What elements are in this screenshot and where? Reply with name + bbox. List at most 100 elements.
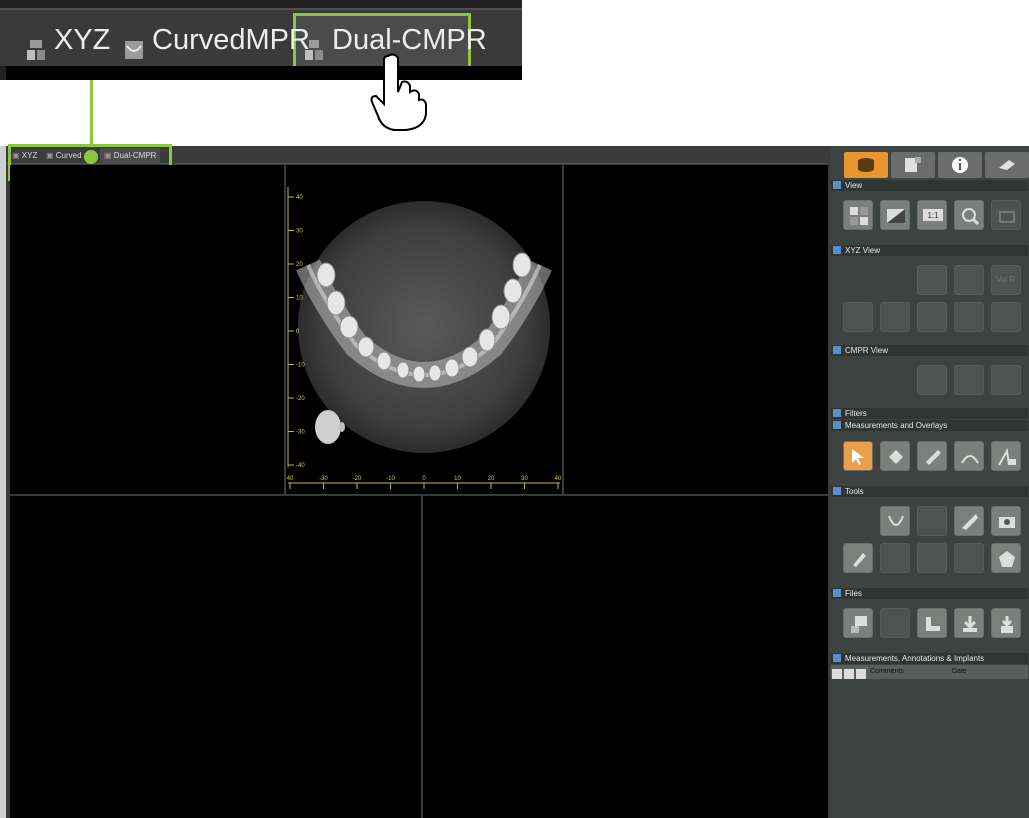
distance-button[interactable] [917,441,947,471]
section-filters[interactable]: Filters [831,408,1028,419]
tools-button-7[interactable] [917,543,947,573]
xyz-tool-4[interactable] [843,302,873,332]
section-mai[interactable]: Measurements, Annotations & Implants [831,653,1028,664]
x-tick-label: -20 [353,476,362,482]
angle-button[interactable] [954,441,984,471]
zoom-tab-curvedmpr-label: CurvedMPR [152,24,310,56]
collapse-icon [833,421,841,429]
tab-database[interactable] [844,152,888,178]
x-tick-label: 40 [555,476,562,482]
contrast-button[interactable] [880,200,910,230]
cmpr-tool-1[interactable] [917,365,947,395]
section-xyz-view-label: XYZ View [845,246,880,255]
section-measurements-overlays-label: Measurements and Overlays [845,421,948,430]
angle-icon [961,455,979,464]
x-tick-label: 10 [454,476,461,482]
section-tools[interactable]: Tools [831,486,1028,497]
measure-button[interactable] [991,441,1021,471]
axial-ct-image: 403020100-10-20-30-40 40 -30 -20 -10 0 10 20 30… [287,187,562,489]
tab-eraser[interactable] [985,152,1029,178]
y-tick-label: 30 [296,229,303,235]
tab-image-tools[interactable] [891,152,935,178]
section-xyz-view[interactable]: XYZ View [831,245,1028,256]
reset-view-button[interactable] [991,200,1021,230]
collapse-icon [833,346,841,354]
import-button[interactable] [954,608,984,638]
xyz-tool-5[interactable] [880,302,910,332]
magnify-icon [962,208,980,226]
zoom-tab-xyz[interactable]: XYZ [26,16,110,64]
viewport-top-left[interactable] [10,165,284,494]
x-tick-label: 20 [488,476,495,482]
xyz-tool-7[interactable] [954,302,984,332]
x-tick-label: -30 [319,476,328,482]
callout-connector-line [90,80,93,152]
y-tick-label: 40 [296,195,303,201]
crown-button[interactable] [991,543,1021,573]
xyz-tool-1[interactable] [917,265,947,295]
zoom-tab-curvedmpr[interactable]: CurvedMPR [124,16,310,64]
nerve-canal-icon [962,514,978,530]
implant-button[interactable] [843,543,873,573]
save-icon [1001,616,1013,633]
y-tick-label: -40 [296,463,305,469]
annotation-icon [889,450,903,464]
mai-table-body [831,679,1028,818]
annotation-button[interactable] [880,441,910,471]
tab-info[interactable] [938,152,982,178]
snapshot-button[interactable] [991,506,1021,536]
mai-header-icons[interactable] [832,666,868,680]
section-view-label: View [845,181,863,190]
eraser-icon [999,160,1015,170]
contrast-icon [887,209,905,223]
x-tick-label: 30 [521,476,528,482]
import-icon [963,616,977,632]
volume-render-button[interactable]: Vol R [991,265,1021,295]
section-cmpr-view[interactable]: CMPR View [831,345,1028,356]
dicom-export-button[interactable] [843,608,873,638]
section-files[interactable]: Files [831,588,1028,599]
collapse-icon [833,181,841,189]
viewport-axial[interactable]: 40 30 20 10 0 -10 -20 -30 -40 40 -30 -20 -10 0 10 20 30… [286,165,562,494]
viewport-bottom-left[interactable] [10,496,421,818]
section-files-label: Files [845,589,862,598]
magnify-button[interactable] [954,200,984,230]
xyz-tool-8[interactable] [991,302,1021,332]
zoom-1to1-icon: 1:1 [923,209,943,221]
layout-icon [850,207,868,225]
viewport-bottom-right[interactable] [423,496,828,818]
reset-view-icon [999,211,1015,223]
files-button-2[interactable] [880,608,910,638]
y-tick-label: 10 [296,296,303,302]
dicom-export-icon [851,616,867,633]
mai-column-date[interactable]: Date [952,665,967,679]
y-tick-label: -20 [296,396,305,402]
tools-button-6[interactable] [880,543,910,573]
nerve-canal-button[interactable] [954,506,984,536]
viewport-top-right[interactable] [564,165,828,494]
layout-button[interactable] [843,200,873,230]
xyz-tool-2[interactable] [954,265,984,295]
arch-curve-button[interactable] [880,506,910,536]
x-tick-label: -10 [386,476,395,482]
mai-column-comments[interactable]: Comments [870,665,904,679]
collapse-icon [833,246,841,254]
section-measurements-overlays[interactable]: Measurements and Overlays [831,420,1028,431]
arch-curve-icon [888,515,904,526]
cmpr-tool-2[interactable] [954,365,984,395]
tools-button-2[interactable] [917,506,947,536]
select-pointer-button[interactable] [843,441,873,471]
save-button[interactable] [991,608,1021,638]
volume-render-label: Vol R [996,275,1016,284]
y-tick-label: 20 [296,262,303,268]
tools-button-8[interactable] [954,543,984,573]
xyz-tool-6[interactable] [917,302,947,332]
send-button[interactable] [917,608,947,638]
x-tick-label: 0 [422,476,426,482]
cmpr-tool-3[interactable] [991,365,1021,395]
info-icon [952,157,968,173]
database-icon [858,158,874,172]
section-view[interactable]: View [831,180,1028,191]
zoom-1to1-button[interactable]: 1:1 [917,200,947,230]
crown-icon [999,551,1015,567]
